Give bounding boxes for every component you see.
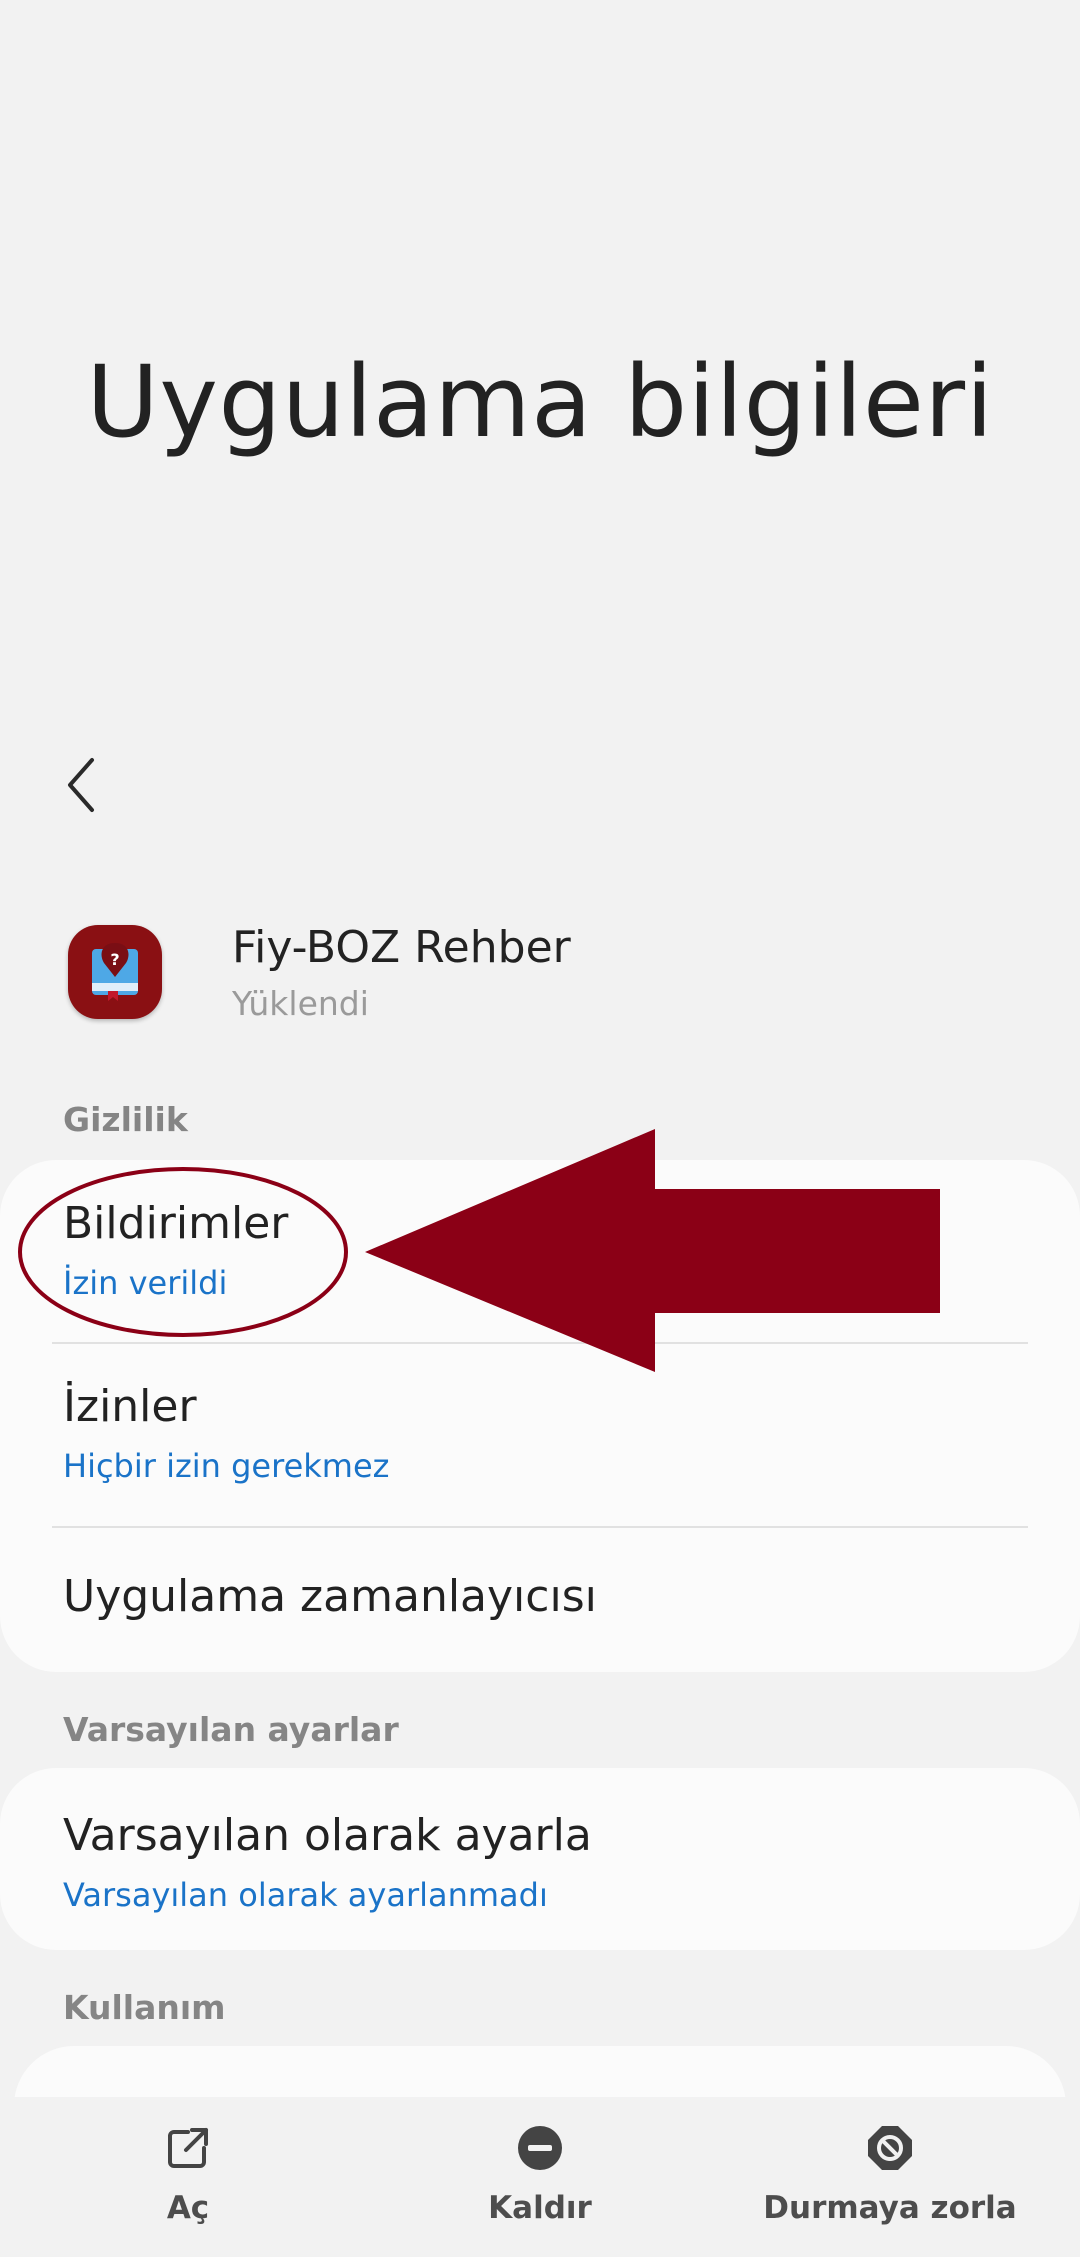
open-external-icon	[168, 2128, 208, 2168]
uninstall-button[interactable]: Kaldır	[440, 2120, 640, 2226]
section-header-defaults: Varsayılan ayarlar	[63, 1710, 399, 1749]
app-icon: ?	[68, 925, 162, 1019]
defaults-card: Varsayılan olarak ayarla Varsayılan olar…	[0, 1768, 1080, 1950]
app-timer-title: Uygulama zamanlayıcısı	[63, 1571, 597, 1622]
force-stop-button[interactable]: Durmaya zorla	[755, 2120, 1025, 2226]
section-header-usage: Kullanım	[63, 1988, 226, 2027]
permissions-status: Hiçbir izin gerekmez	[63, 1447, 390, 1485]
block-icon	[868, 2126, 912, 2170]
book-question-icon: ?	[92, 943, 138, 1001]
set-as-default-title: Varsayılan olarak ayarla	[63, 1810, 592, 1861]
remove-circle-icon	[518, 2126, 562, 2170]
app-timer-row[interactable]: Uygulama zamanlayıcısı	[0, 1528, 1080, 1672]
annotation-arrow	[18, 1129, 940, 1372]
app-status: Yüklendi	[232, 984, 369, 1023]
page-title: Uygulama bilgileri	[86, 345, 994, 460]
uninstall-label: Kaldır	[488, 2190, 592, 2226]
open-button[interactable]: Aç	[88, 2120, 288, 2226]
set-as-default-status: Varsayılan olarak ayarlanmadı	[63, 1876, 548, 1914]
open-label: Aç	[166, 2190, 210, 2226]
svg-text:?: ?	[110, 950, 119, 969]
force-stop-label: Durmaya zorla	[763, 2190, 1017, 2226]
set-as-default-row[interactable]: Varsayılan olarak ayarla Varsayılan olar…	[0, 1768, 1080, 1950]
back-button[interactable]	[50, 740, 120, 830]
app-name: Fiy-BOZ Rehber	[232, 922, 571, 973]
chevron-left-icon	[68, 758, 94, 812]
